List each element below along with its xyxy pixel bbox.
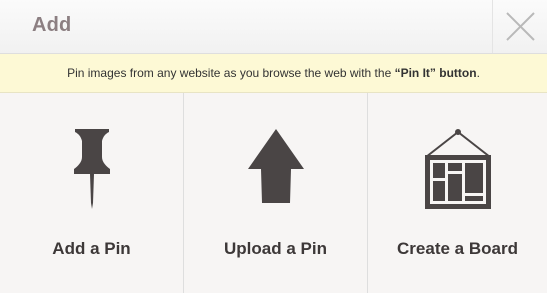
create-board-option[interactable]: Create a Board [367, 93, 547, 293]
add-pin-label: Add a Pin [52, 239, 131, 258]
pin-it-banner: Pin images from any website as you brows… [0, 54, 547, 93]
close-button[interactable] [492, 0, 547, 53]
upload-arrow-icon [247, 129, 304, 203]
upload-pin-label: Upload a Pin [224, 239, 327, 258]
pushpin-icon [73, 129, 110, 209]
option-icon-wrap [0, 129, 183, 211]
create-board-label: Create a Board [397, 239, 518, 258]
dialog-title: Add [32, 14, 72, 36]
upload-pin-option[interactable]: Upload a Pin [183, 93, 367, 293]
add-pin-option[interactable]: Add a Pin [0, 93, 183, 293]
option-icon-wrap [368, 129, 547, 211]
banner-text: Pin images from any website as you brows… [67, 66, 395, 80]
option-icon-wrap [184, 129, 367, 211]
pin-it-button-name: “Pin It” button [394, 66, 477, 80]
add-dialog: Add Pin images from any website as you b… [0, 0, 547, 293]
add-options: Add a Pin Upload a Pin Create a Board [0, 93, 547, 293]
board-icon [424, 129, 491, 209]
banner-text-end: . [476, 66, 480, 80]
dialog-header: Add [0, 0, 547, 54]
close-icon [506, 12, 535, 41]
